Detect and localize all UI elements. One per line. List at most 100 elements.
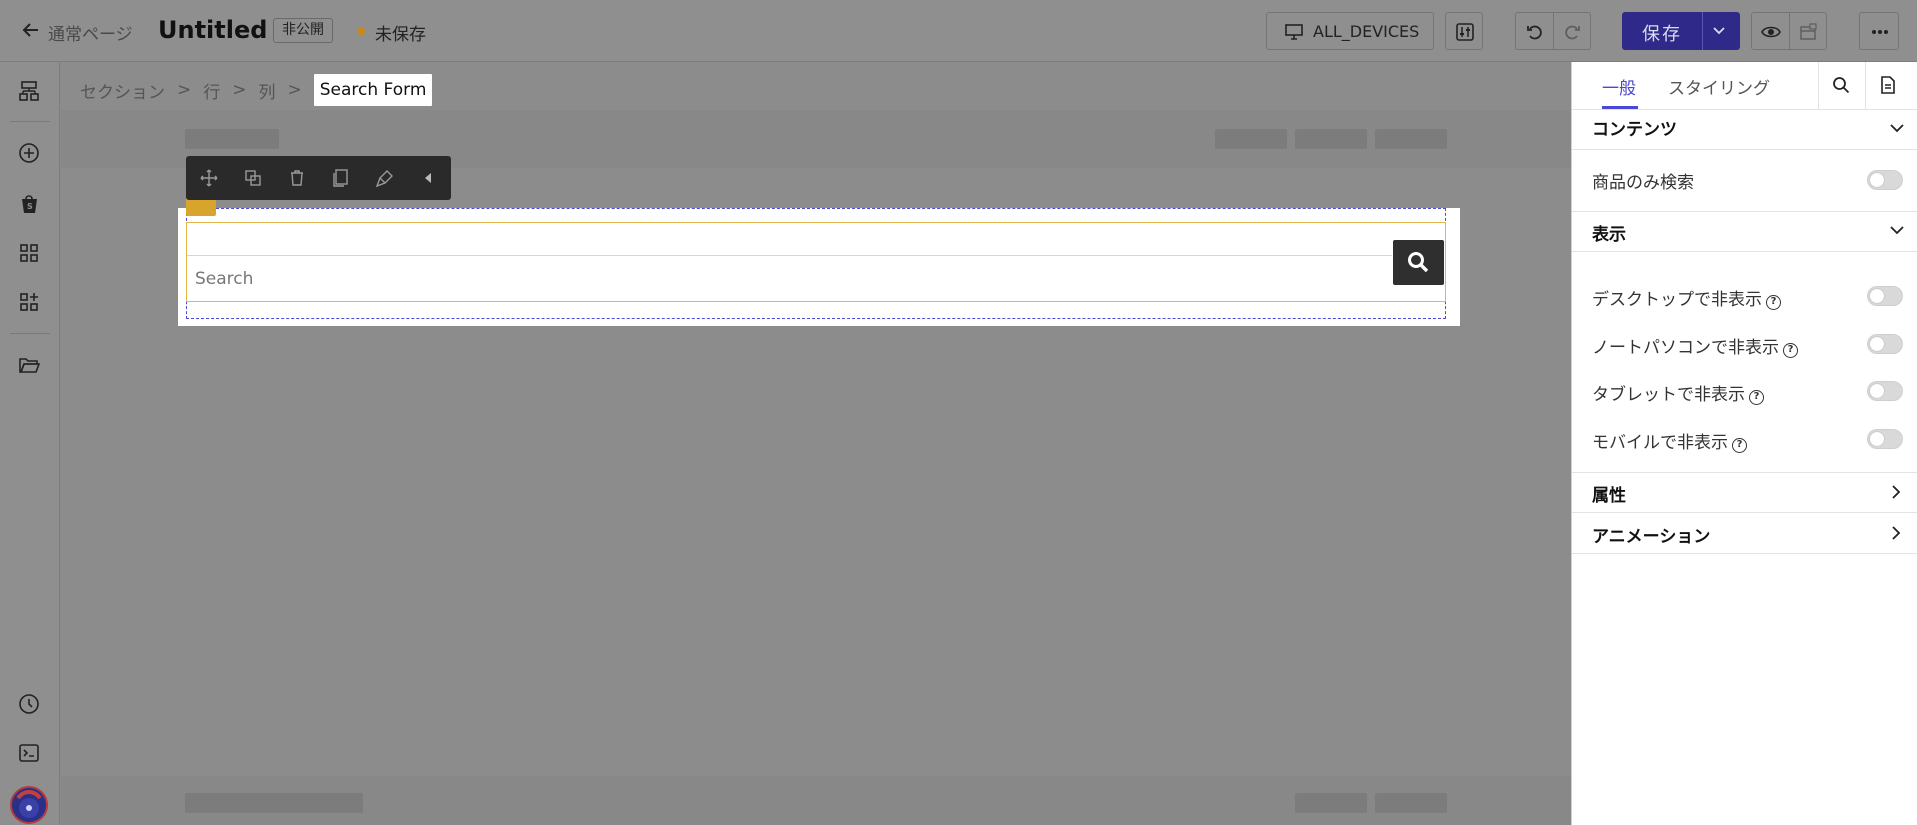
products-only-toggle[interactable]	[1867, 170, 1903, 190]
folder-open-icon[interactable]	[18, 354, 40, 376]
section-header-content[interactable]: コンテンツ	[1572, 110, 1917, 150]
divider	[1702, 12, 1703, 50]
chevron-right-icon: >	[177, 80, 192, 100]
preview-group	[1751, 12, 1827, 50]
section-header-display[interactable]: 表示	[1572, 212, 1917, 252]
search-button[interactable]	[1393, 240, 1444, 285]
breadcrumb-item-column[interactable]: 列	[259, 78, 276, 103]
hide-desktop-toggle[interactable]	[1867, 286, 1903, 306]
save-button[interactable]: 保存	[1622, 12, 1740, 50]
panel-search-button[interactable]	[1818, 62, 1864, 110]
divider	[10, 121, 50, 122]
chevron-right-icon	[1892, 485, 1901, 499]
divider	[10, 333, 50, 334]
display-section-body: デスクトップで非表示? ノートパソコンで非表示? タブレットで非表示? モバイル…	[1572, 252, 1917, 473]
device-selector-button[interactable]: ALL_DEVICES	[1266, 12, 1434, 50]
search-icon	[1408, 252, 1429, 273]
copy-icon[interactable]	[331, 168, 351, 188]
desktop-icon	[1285, 24, 1303, 40]
eye-icon[interactable]	[1761, 24, 1781, 40]
panel-document-button[interactable]	[1865, 62, 1911, 110]
section-title: 属性	[1592, 486, 1626, 506]
placeholder-bar	[185, 793, 363, 813]
hide-mobile-toggle[interactable]	[1867, 429, 1903, 449]
hide-desktop-label: デスクトップで非表示	[1592, 290, 1762, 310]
chevron-down-icon	[1890, 226, 1904, 235]
element-toolbar	[186, 156, 451, 200]
placeholder-bar	[1215, 129, 1287, 149]
layers-tree-icon[interactable]	[18, 80, 40, 102]
placeholder-bar	[1295, 793, 1367, 813]
top-bar: 通常ページ Untitled 非公開 未保存 ALL_DEVICES 保存	[0, 0, 1917, 62]
grid-icon[interactable]	[18, 242, 40, 264]
hide-mobile-label: モバイルで非表示	[1592, 433, 1728, 453]
more-icon	[1872, 30, 1888, 34]
clock-icon[interactable]	[18, 693, 40, 715]
settings-button[interactable]	[1445, 12, 1483, 50]
breadcrumb: セクション > 行 > 列 > Search Form	[80, 73, 433, 107]
redo-icon[interactable]	[1563, 23, 1581, 41]
search-input[interactable]: Search	[187, 255, 1392, 301]
help-icon[interactable]: ?	[1749, 390, 1764, 405]
placeholder-bar	[1375, 793, 1447, 813]
privacy-badge[interactable]: 非公開	[273, 18, 333, 43]
section-header-attributes[interactable]: 属性	[1572, 473, 1917, 513]
chevron-down-icon	[1890, 124, 1904, 133]
placeholder-bar	[185, 129, 279, 149]
hide-laptop-label: ノートパソコンで非表示	[1592, 338, 1779, 358]
apps-add-icon[interactable]	[18, 291, 40, 313]
sliders-icon	[1456, 23, 1474, 41]
placeholder-bar	[1375, 129, 1447, 149]
tab-general[interactable]: 一般	[1602, 74, 1636, 99]
hide-desktop-row: デスクトップで非表示?	[1592, 285, 1781, 310]
unsaved-dot-icon	[357, 27, 365, 35]
hide-laptop-toggle[interactable]	[1867, 334, 1903, 354]
chevron-right-icon: >	[232, 80, 247, 100]
search-icon	[1833, 77, 1850, 94]
avatar[interactable]	[10, 786, 48, 824]
panel-tabs: 一般 スタイリング	[1572, 62, 1917, 110]
publish-icon[interactable]	[1799, 23, 1817, 41]
element-tag[interactable]	[186, 198, 216, 216]
breadcrumb-item-section[interactable]: セクション	[80, 78, 165, 103]
hide-mobile-row: モバイルで非表示?	[1592, 428, 1747, 453]
paint-brush-icon[interactable]	[375, 168, 395, 188]
breadcrumb-item-row[interactable]: 行	[203, 78, 220, 103]
device-label: ALL_DEVICES	[1313, 22, 1420, 41]
section-header-animation[interactable]: アニメーション	[1572, 514, 1917, 554]
left-rail: S	[0, 62, 60, 825]
products-only-label: 商品のみ検索	[1592, 173, 1694, 193]
add-circle-icon[interactable]	[18, 142, 40, 164]
chevron-right-icon: >	[287, 80, 302, 100]
content-section-body: 商品のみ検索	[1572, 150, 1917, 212]
terminal-icon[interactable]	[18, 742, 40, 764]
undo-icon[interactable]	[1526, 23, 1544, 41]
collapse-left-icon[interactable]	[418, 168, 438, 188]
move-icon[interactable]	[199, 168, 219, 188]
section-title: コンテンツ	[1592, 120, 1677, 140]
help-icon[interactable]: ?	[1732, 438, 1747, 453]
trash-icon[interactable]	[287, 168, 307, 188]
chevron-right-icon	[1892, 526, 1901, 540]
hide-tablet-toggle[interactable]	[1867, 381, 1903, 401]
back-arrow-icon[interactable]	[20, 19, 42, 41]
document-icon	[1881, 76, 1895, 94]
page-title[interactable]: Untitled	[158, 16, 267, 44]
save-button-label: 保存	[1642, 24, 1682, 45]
hide-tablet-label: タブレットで非表示	[1592, 385, 1745, 405]
more-options-button[interactable]	[1859, 12, 1899, 50]
divider	[1789, 13, 1790, 49]
svg-text:S: S	[27, 202, 33, 211]
help-icon[interactable]: ?	[1766, 295, 1781, 310]
help-icon[interactable]: ?	[1783, 343, 1798, 358]
tab-styling[interactable]: スタイリング	[1668, 74, 1770, 99]
placeholder-bar	[1295, 129, 1367, 149]
section-title: 表示	[1592, 225, 1626, 245]
chevron-down-icon[interactable]	[1712, 25, 1726, 37]
divider	[1553, 13, 1554, 49]
shopify-bag-icon[interactable]: S	[18, 192, 40, 214]
undo-redo-group	[1515, 12, 1591, 50]
back-link[interactable]: 通常ページ	[48, 20, 133, 45]
duplicate-icon[interactable]	[243, 168, 263, 188]
breadcrumb-item-active[interactable]: Search Form	[313, 74, 433, 106]
